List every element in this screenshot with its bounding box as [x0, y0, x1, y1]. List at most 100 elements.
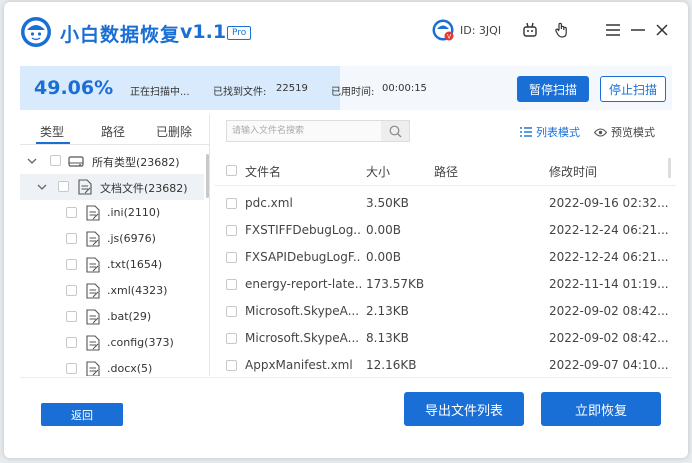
tree-item-documents[interactable]: 文档文件(23682)	[20, 174, 204, 200]
minimize-icon[interactable]	[626, 18, 650, 42]
pause-scan-button[interactable]: 暂停扫描	[517, 76, 589, 102]
tree-checkbox[interactable]	[58, 181, 69, 192]
tree-item-ini[interactable]: .ini(2110)	[20, 200, 204, 226]
chevron-down-icon[interactable]	[36, 181, 48, 193]
tab-deleted[interactable]: 已删除	[156, 123, 192, 140]
stop-scan-button[interactable]: 停止扫描	[600, 76, 666, 102]
list-mode-label: 列表模式	[536, 126, 580, 139]
category-panel: 类型 路径 已删除 所有类型(23682) 文档文件(23682) .ini(2…	[20, 114, 210, 376]
column-header-modified[interactable]: 修改时间	[549, 163, 597, 180]
document-icon	[78, 179, 92, 195]
scan-status: 正在扫描中...	[130, 87, 190, 98]
tree-item-js[interactable]: .js(6976)	[20, 226, 204, 252]
app-window: 小白数据恢复 v1.1 Pro V ID: 3JQI 49.06% 正在扫描中.…	[4, 2, 688, 458]
tree-item-label: 文档文件(23682)	[100, 182, 188, 195]
select-all-checkbox[interactable]	[226, 165, 237, 176]
tree-checkbox[interactable]	[66, 285, 77, 296]
file-modified: 2022-12-24 06:21...	[549, 223, 669, 237]
file-name: FXSTIFFDebugLog...	[245, 223, 361, 237]
tree-item-label: .js(6976)	[107, 232, 156, 245]
tree-checkbox[interactable]	[66, 259, 77, 270]
table-scrollbar[interactable]	[668, 158, 671, 178]
file-modified: 2022-12-24 06:21...	[549, 250, 669, 264]
file-name: AppxManifest.xml	[245, 358, 353, 372]
table-row[interactable]: pdc.xml 3.50KB 2022-09-16 02:32...	[214, 189, 676, 216]
preview-mode-toggle[interactable]: 预览模式	[594, 124, 655, 140]
file-size: 8.13KB	[366, 331, 409, 345]
robot-icon[interactable]	[518, 18, 542, 42]
file-size: 173.57KB	[366, 277, 425, 291]
table-row[interactable]: Microsoft.SkypeA... 8.13KB 2022-09-02 08…	[214, 324, 676, 351]
tab-type[interactable]: 类型	[40, 123, 64, 140]
tab-path[interactable]: 路径	[101, 123, 125, 140]
row-checkbox[interactable]	[226, 252, 237, 263]
tree-item-xml[interactable]: .xml(4323)	[20, 278, 204, 304]
tabs-divider	[20, 144, 210, 145]
table-row[interactable]: FXSTIFFDebugLog... 0.00B 2022-12-24 06:2…	[214, 216, 676, 243]
file-name: Microsoft.SkypeA...	[245, 304, 360, 318]
close-icon[interactable]	[650, 18, 674, 42]
column-header-size[interactable]: 大小	[366, 163, 390, 180]
file-size: 3.50KB	[366, 196, 409, 210]
back-button[interactable]: 返回	[41, 403, 123, 426]
tree-item-all-types[interactable]: 所有类型(23682)	[20, 148, 204, 174]
column-header-name[interactable]: 文件名	[245, 163, 281, 180]
tree-item-config[interactable]: .config(373)	[20, 330, 204, 356]
row-checkbox[interactable]	[226, 360, 237, 371]
column-header-path[interactable]: 路径	[434, 163, 458, 180]
pro-badge: Pro	[227, 26, 252, 40]
row-checkbox[interactable]	[226, 279, 237, 290]
file-modified: 2022-09-02 08:42...	[549, 331, 669, 345]
tree-item-label: .txt(1654)	[107, 258, 163, 271]
search-input[interactable]	[227, 121, 381, 141]
tree-checkbox[interactable]	[66, 233, 77, 244]
row-checkbox[interactable]	[226, 225, 237, 236]
tree-item-docx[interactable]: .docx(5)	[20, 356, 204, 376]
table-row[interactable]: Microsoft.SkypeA... 2.13KB 2022-09-02 08…	[214, 297, 676, 324]
chevron-down-icon[interactable]	[26, 155, 38, 167]
document-icon	[86, 257, 100, 273]
tree-item-label: .docx(5)	[107, 362, 153, 375]
tree-checkbox[interactable]	[66, 337, 77, 348]
document-icon	[86, 335, 100, 351]
app-version: v1.1	[180, 21, 227, 43]
tree-checkbox[interactable]	[50, 155, 61, 166]
table-row[interactable]: FXSAPIDebugLogF... 0.00B 2022-12-24 06:2…	[214, 243, 676, 270]
recover-now-button[interactable]: 立即恢复	[541, 392, 661, 426]
tree-item-label: 所有类型(23682)	[92, 156, 180, 169]
file-name: FXSAPIDebugLogF...	[245, 250, 361, 264]
file-size: 2.13KB	[366, 304, 409, 318]
preview-mode-label: 预览模式	[611, 126, 655, 139]
drive-icon	[68, 156, 84, 167]
tree-scrollbar[interactable]	[206, 154, 209, 198]
file-size: 12.16KB	[366, 358, 417, 372]
tree-checkbox[interactable]	[66, 311, 77, 322]
file-size: 0.00B	[366, 223, 401, 237]
menu-icon[interactable]	[601, 18, 625, 42]
list-mode-toggle[interactable]: 列表模式	[520, 124, 580, 140]
row-checkbox[interactable]	[226, 333, 237, 344]
eye-icon	[594, 127, 607, 137]
tree-item-bat[interactable]: .bat(29)	[20, 304, 204, 330]
file-table-body: pdc.xml 3.50KB 2022-09-16 02:32... FXSTI…	[214, 189, 676, 377]
scan-percent: 49.06%	[34, 77, 114, 99]
export-list-button[interactable]: 导出文件列表	[404, 392, 524, 426]
table-row[interactable]: AppxManifest.xml 12.16KB 2022-09-07 04:1…	[214, 351, 676, 377]
document-icon	[86, 231, 100, 247]
tree-item-label: .bat(29)	[107, 310, 152, 323]
file-name: energy-report-late...	[245, 277, 361, 291]
table-row[interactable]: energy-report-late... 173.57KB 2022-11-1…	[214, 270, 676, 297]
category-tabs: 类型 路径 已删除	[20, 114, 209, 144]
tree-checkbox[interactable]	[66, 363, 77, 374]
row-checkbox[interactable]	[226, 198, 237, 209]
tree-checkbox[interactable]	[66, 207, 77, 218]
avatar[interactable]: V	[432, 19, 454, 41]
user-id: ID: 3JQI	[460, 24, 502, 37]
file-modified: 2022-09-02 08:42...	[549, 304, 669, 318]
search-button[interactable]	[381, 121, 409, 141]
hand-pointer-icon[interactable]	[549, 18, 573, 42]
file-modified: 2022-11-14 01:19...	[549, 277, 669, 291]
footer-divider	[20, 377, 672, 378]
tree-item-txt[interactable]: .txt(1654)	[20, 252, 204, 278]
row-checkbox[interactable]	[226, 306, 237, 317]
